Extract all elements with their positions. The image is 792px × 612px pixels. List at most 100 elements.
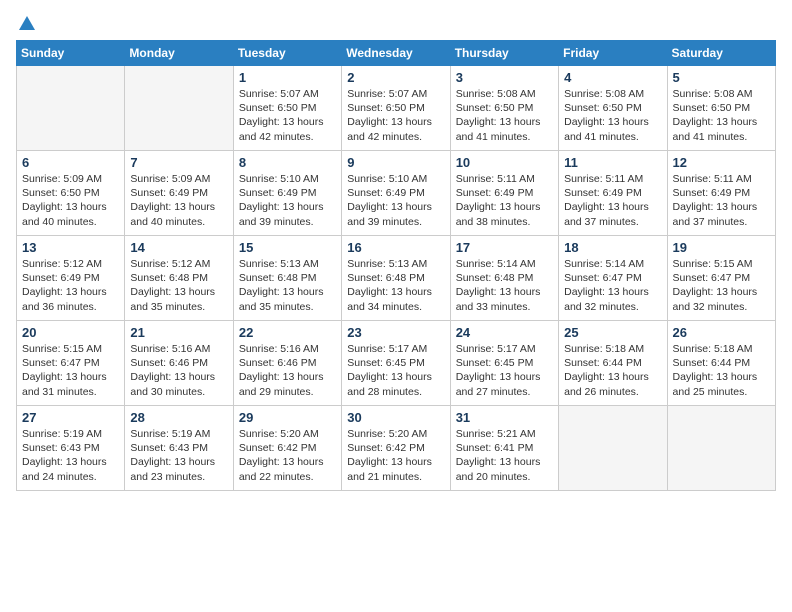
calendar-day-cell: 28Sunrise: 5:19 AM Sunset: 6:43 PM Dayli… [125, 406, 233, 491]
calendar-day-cell: 31 Sunrise: 5:21 AM Sunset: 6:41 PM Dayli… [450, 406, 558, 491]
day-number: 21 [130, 325, 227, 340]
calendar-weekday-header: Thursday [450, 41, 558, 66]
day-number: 17 [456, 240, 553, 255]
calendar-day-cell: 12Sunrise: 5:11 AM Sunset: 6:49 PM Dayli… [667, 151, 775, 236]
day-info: Sunrise: 5:15 AM Sunset: 6:47 PM Dayligh… [673, 257, 770, 314]
day-info: Sunrise: 5:15 AM Sunset: 6:47 PM Dayligh… [22, 342, 119, 399]
calendar-day-cell: 2Sunrise: 5:07 AM Sunset: 6:50 PM Daylig… [342, 66, 450, 151]
calendar-day-cell: 6 Sunrise: 5:09 AM Sunset: 6:50 PM Daylig… [17, 151, 125, 236]
day-info: Sunrise: 5:18 AM Sunset: 6:44 PM Dayligh… [673, 342, 770, 399]
calendar-day-cell: 3 Sunrise: 5:08 AM Sunset: 6:50 PM Daylig… [450, 66, 558, 151]
day-number: 19 [673, 240, 770, 255]
logo [16, 16, 36, 32]
calendar-weekday-header: Tuesday [233, 41, 341, 66]
day-number: 12 [673, 155, 770, 170]
day-number: 18 [564, 240, 661, 255]
day-info: Sunrise: 5:08 AM Sunset: 6:50 PM Dayligh… [673, 87, 770, 144]
calendar-week-row: 27 Sunrise: 5:19 AM Sunset: 6:43 PM Dayli… [17, 406, 776, 491]
day-info: Sunrise: 5:09 AM Sunset: 6:50 PM Dayligh… [22, 172, 119, 229]
page-header [16, 16, 776, 32]
calendar-weekday-header: Friday [559, 41, 667, 66]
day-number: 14 [130, 240, 227, 255]
calendar-day-cell: 18 Sunrise: 5:14 AM Sunset: 6:47 PM Dayli… [559, 236, 667, 321]
calendar-day-cell: 20 Sunrise: 5:15 AM Sunset: 6:47 PM Dayli… [17, 321, 125, 406]
calendar-day-cell: 5 Sunrise: 5:08 AM Sunset: 6:50 PM Daylig… [667, 66, 775, 151]
calendar-day-cell: 19 Sunrise: 5:15 AM Sunset: 6:47 PM Dayli… [667, 236, 775, 321]
day-info: Sunrise: 5:11 AM Sunset: 6:49 PM Dayligh… [564, 172, 661, 229]
day-info: Sunrise: 5:21 AM Sunset: 6:41 PM Dayligh… [456, 427, 553, 484]
day-info: Sunrise: 5:07 AM Sunset: 6:50 PM Dayligh… [239, 87, 336, 144]
calendar-day-cell: 23Sunrise: 5:17 AM Sunset: 6:45 PM Dayli… [342, 321, 450, 406]
day-number: 11 [564, 155, 661, 170]
calendar-table: SundayMondayTuesdayWednesdayThursdayFrid… [16, 40, 776, 491]
calendar-week-row: 20 Sunrise: 5:15 AM Sunset: 6:47 PM Dayli… [17, 321, 776, 406]
day-info: Sunrise: 5:08 AM Sunset: 6:50 PM Dayligh… [456, 87, 553, 144]
calendar-day-cell: 16 Sunrise: 5:13 AM Sunset: 6:48 PM Dayli… [342, 236, 450, 321]
day-info: Sunrise: 5:13 AM Sunset: 6:48 PM Dayligh… [347, 257, 444, 314]
day-number: 26 [673, 325, 770, 340]
day-info: Sunrise: 5:19 AM Sunset: 6:43 PM Dayligh… [22, 427, 119, 484]
calendar-day-cell: 1 Sunrise: 5:07 AM Sunset: 6:50 PM Daylig… [233, 66, 341, 151]
day-number: 5 [673, 70, 770, 85]
day-info: Sunrise: 5:08 AM Sunset: 6:50 PM Dayligh… [564, 87, 661, 144]
day-number: 20 [22, 325, 119, 340]
day-info: Sunrise: 5:12 AM Sunset: 6:48 PM Dayligh… [130, 257, 227, 314]
day-number: 13 [22, 240, 119, 255]
day-info: Sunrise: 5:18 AM Sunset: 6:44 PM Dayligh… [564, 342, 661, 399]
calendar-weekday-header: Monday [125, 41, 233, 66]
day-number: 24 [456, 325, 553, 340]
calendar-weekday-header: Wednesday [342, 41, 450, 66]
day-info: Sunrise: 5:17 AM Sunset: 6:45 PM Dayligh… [347, 342, 444, 399]
day-info: Sunrise: 5:19 AM Sunset: 6:43 PM Dayligh… [130, 427, 227, 484]
calendar-day-cell: 9Sunrise: 5:10 AM Sunset: 6:49 PM Daylig… [342, 151, 450, 236]
day-number: 4 [564, 70, 661, 85]
calendar-day-cell: 15 Sunrise: 5:13 AM Sunset: 6:48 PM Dayli… [233, 236, 341, 321]
day-number: 2 [347, 70, 444, 85]
calendar-day-cell [559, 406, 667, 491]
day-number: 8 [239, 155, 336, 170]
day-info: Sunrise: 5:11 AM Sunset: 6:49 PM Dayligh… [456, 172, 553, 229]
day-number: 3 [456, 70, 553, 85]
day-number: 6 [22, 155, 119, 170]
calendar-day-cell [667, 406, 775, 491]
calendar-day-cell: 13 Sunrise: 5:12 AM Sunset: 6:49 PM Dayli… [17, 236, 125, 321]
calendar-day-cell: 27 Sunrise: 5:19 AM Sunset: 6:43 PM Dayli… [17, 406, 125, 491]
day-info: Sunrise: 5:10 AM Sunset: 6:49 PM Dayligh… [239, 172, 336, 229]
day-info: Sunrise: 5:13 AM Sunset: 6:48 PM Dayligh… [239, 257, 336, 314]
calendar-weekday-header: Sunday [17, 41, 125, 66]
calendar-day-cell: 4 Sunrise: 5:08 AM Sunset: 6:50 PM Daylig… [559, 66, 667, 151]
day-number: 25 [564, 325, 661, 340]
day-info: Sunrise: 5:12 AM Sunset: 6:49 PM Dayligh… [22, 257, 119, 314]
day-number: 1 [239, 70, 336, 85]
calendar-day-cell: 21Sunrise: 5:16 AM Sunset: 6:46 PM Dayli… [125, 321, 233, 406]
calendar-day-cell: 29 Sunrise: 5:20 AM Sunset: 6:42 PM Dayli… [233, 406, 341, 491]
day-number: 10 [456, 155, 553, 170]
calendar-day-cell: 24Sunrise: 5:17 AM Sunset: 6:45 PM Dayli… [450, 321, 558, 406]
day-number: 16 [347, 240, 444, 255]
day-number: 31 [456, 410, 553, 425]
day-number: 30 [347, 410, 444, 425]
calendar-header-row: SundayMondayTuesdayWednesdayThursdayFrid… [17, 41, 776, 66]
day-number: 7 [130, 155, 227, 170]
day-info: Sunrise: 5:14 AM Sunset: 6:48 PM Dayligh… [456, 257, 553, 314]
day-number: 9 [347, 155, 444, 170]
calendar-day-cell: 7 Sunrise: 5:09 AM Sunset: 6:49 PM Daylig… [125, 151, 233, 236]
calendar-day-cell: 17 Sunrise: 5:14 AM Sunset: 6:48 PM Dayli… [450, 236, 558, 321]
logo-triangle-icon [18, 14, 36, 32]
day-number: 29 [239, 410, 336, 425]
calendar-day-cell: 22Sunrise: 5:16 AM Sunset: 6:46 PM Dayli… [233, 321, 341, 406]
calendar-day-cell: 10 Sunrise: 5:11 AM Sunset: 6:49 PM Dayli… [450, 151, 558, 236]
calendar-day-cell: 25 Sunrise: 5:18 AM Sunset: 6:44 PM Dayli… [559, 321, 667, 406]
calendar-week-row: 1 Sunrise: 5:07 AM Sunset: 6:50 PM Daylig… [17, 66, 776, 151]
day-info: Sunrise: 5:14 AM Sunset: 6:47 PM Dayligh… [564, 257, 661, 314]
calendar-day-cell: 30Sunrise: 5:20 AM Sunset: 6:42 PM Dayli… [342, 406, 450, 491]
day-info: Sunrise: 5:20 AM Sunset: 6:42 PM Dayligh… [239, 427, 336, 484]
calendar-day-cell: 8 Sunrise: 5:10 AM Sunset: 6:49 PM Daylig… [233, 151, 341, 236]
day-number: 15 [239, 240, 336, 255]
day-number: 27 [22, 410, 119, 425]
calendar-week-row: 6 Sunrise: 5:09 AM Sunset: 6:50 PM Daylig… [17, 151, 776, 236]
calendar-day-cell: 11 Sunrise: 5:11 AM Sunset: 6:49 PM Dayli… [559, 151, 667, 236]
day-info: Sunrise: 5:09 AM Sunset: 6:49 PM Dayligh… [130, 172, 227, 229]
calendar-week-row: 13 Sunrise: 5:12 AM Sunset: 6:49 PM Dayli… [17, 236, 776, 321]
calendar-day-cell: 14 Sunrise: 5:12 AM Sunset: 6:48 PM Dayli… [125, 236, 233, 321]
